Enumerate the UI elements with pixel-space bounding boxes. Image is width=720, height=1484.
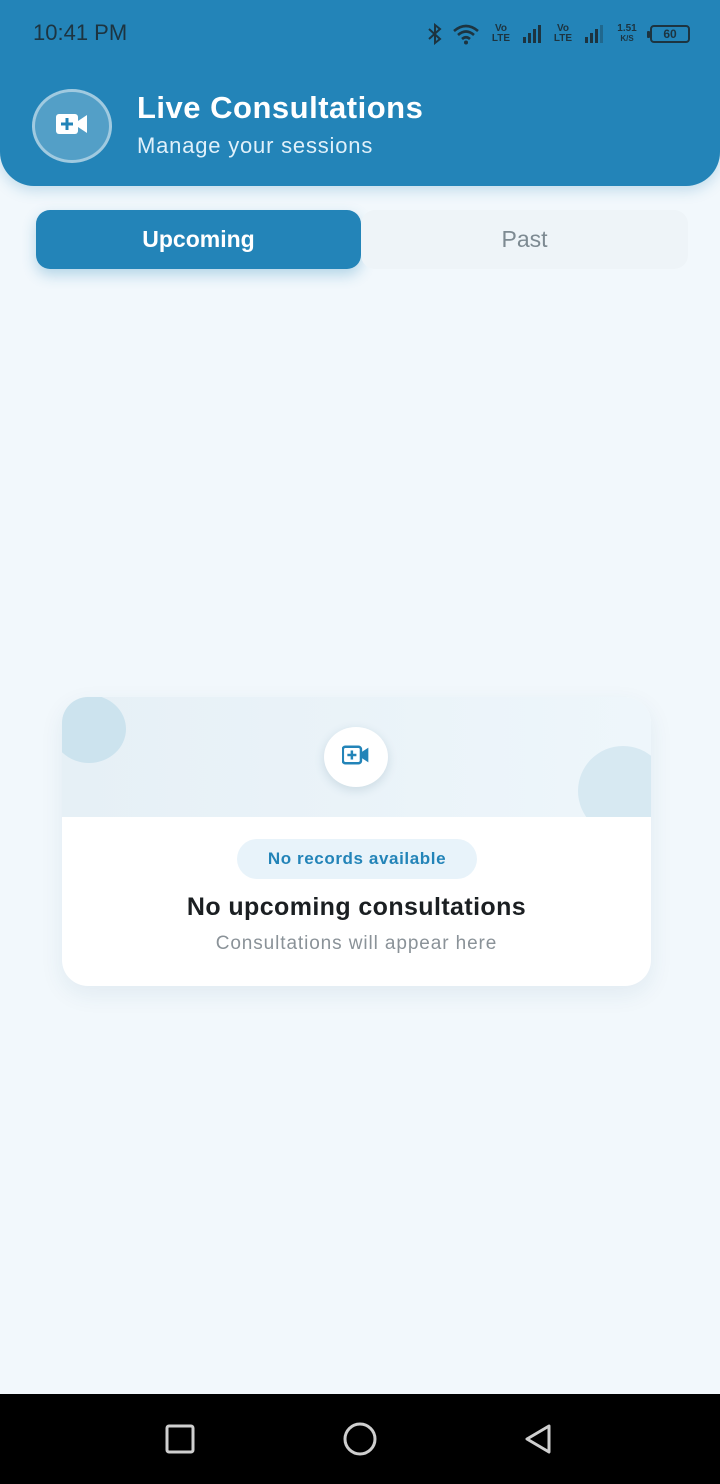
- battery-level: 60: [663, 27, 677, 41]
- battery-icon: 60: [647, 25, 690, 43]
- decorative-bubble: [62, 697, 126, 763]
- empty-state-title: No upcoming consultations: [186, 893, 527, 921]
- net-speed-unit: K/S: [620, 34, 634, 43]
- volte-1-label: Vo LTE: [491, 23, 511, 44]
- net-speed: 1.51 K/S: [614, 24, 640, 44]
- system-nav-bar: [0, 1394, 720, 1484]
- status-bar: 10:41 PM Vo LTE Vo LTE 1.51 K/S 60: [0, 0, 720, 68]
- net-speed-value: 1.51: [617, 23, 637, 34]
- empty-state-subtitle: Consultations will appear here: [215, 933, 498, 954]
- recents-icon[interactable]: [157, 1416, 203, 1462]
- tab-upcoming[interactable]: Upcoming: [36, 210, 361, 269]
- page-title: Live Consultations: [137, 90, 424, 125]
- app-header: 10:41 PM Vo LTE Vo LTE 1.51 K/S 60 Live …: [0, 0, 720, 186]
- volte-2-label: Vo LTE: [553, 23, 573, 44]
- status-icons: Vo LTE Vo LTE 1.51 K/S 60: [428, 20, 690, 48]
- signal-1-icon: [522, 24, 542, 44]
- tab-bar: Upcoming Past: [36, 210, 690, 270]
- status-time: 10:41 PM: [33, 20, 128, 45]
- bluetooth-icon: [428, 23, 442, 45]
- video-plus-icon: [341, 745, 370, 770]
- home-icon[interactable]: [337, 1416, 383, 1462]
- screen: 10:41 PM Vo LTE Vo LTE 1.51 K/S 60 Live …: [0, 0, 720, 1484]
- video-plus-icon: [55, 112, 89, 141]
- signal-2-icon: [584, 24, 604, 44]
- header-video-icon-badge: [32, 89, 112, 163]
- empty-state-banner: [62, 697, 651, 817]
- tab-past[interactable]: Past: [361, 210, 688, 269]
- status-badge: No records available: [237, 839, 477, 879]
- decorative-bubble: [578, 746, 651, 817]
- page-subtitle: Manage your sessions: [137, 133, 374, 158]
- back-icon[interactable]: [515, 1416, 561, 1462]
- wifi-icon: [452, 23, 480, 45]
- empty-state-card: No records available No upcoming consult…: [62, 697, 651, 986]
- empty-state-icon-badge: [324, 727, 388, 787]
